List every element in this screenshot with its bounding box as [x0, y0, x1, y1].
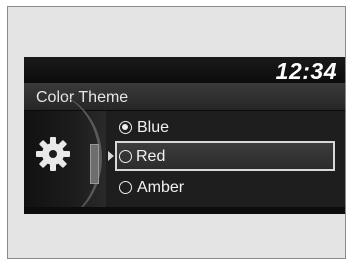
- scroll-indicator[interactable]: [90, 144, 99, 184]
- clock: 12:34: [275, 58, 337, 84]
- status-bar: 12:34: [24, 57, 345, 84]
- radio-unchecked-icon[interactable]: [119, 181, 132, 194]
- option-amber[interactable]: Amber: [116, 175, 336, 201]
- option-label: Blue: [137, 119, 170, 136]
- selection-pointer-icon: [108, 151, 114, 161]
- gear-icon: [36, 137, 70, 171]
- option-label: Amber: [137, 179, 185, 196]
- radio-checked-icon[interactable]: [119, 121, 132, 134]
- radio-unchecked-icon[interactable]: [119, 150, 132, 163]
- screen-bottom-edge: [24, 207, 345, 214]
- option-blue[interactable]: Blue: [116, 115, 336, 141]
- option-red[interactable]: Red: [115, 141, 335, 171]
- display-screen: 12:34 Color Theme Blue Red Amber: [24, 57, 345, 214]
- option-label: Red: [136, 148, 166, 165]
